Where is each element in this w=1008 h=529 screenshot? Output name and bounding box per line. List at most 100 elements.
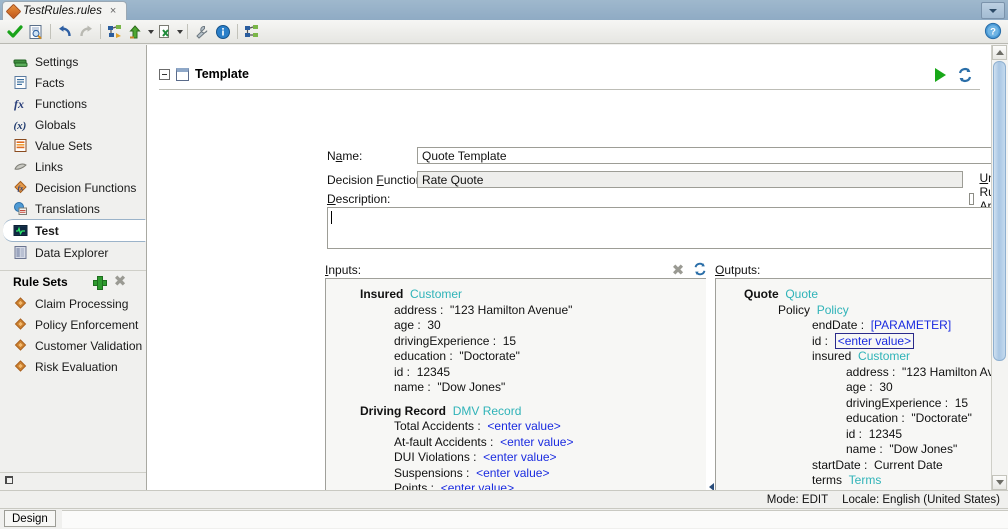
- tree-row[interactable]: name : "Dow Jones": [744, 442, 992, 458]
- tree-row[interactable]: age : 30: [744, 380, 992, 396]
- chevron-down-icon[interactable]: [981, 2, 1005, 19]
- decision-function-field[interactable]: Rate Quote: [417, 171, 963, 188]
- scrollbar-thumb[interactable]: [993, 61, 1006, 361]
- sidebar-item-settings[interactable]: Settings: [0, 51, 146, 72]
- tree-node-label: 12345: [868, 426, 903, 441]
- inputs-tree-panel[interactable]: Insured Customer address : "123 Hamilton …: [325, 278, 707, 490]
- close-icon[interactable]: ×: [110, 5, 116, 17]
- tree-row[interactable]: Insured Customer: [360, 287, 706, 303]
- scroll-down-icon[interactable]: [992, 475, 1007, 490]
- sidebar-item-test[interactable]: Test: [3, 219, 146, 242]
- plus-icon[interactable]: [92, 275, 107, 290]
- tree-node-value[interactable]: <enter value>: [834, 332, 915, 349]
- promote-button[interactable]: [126, 22, 146, 42]
- outputs-tree-panel[interactable]: Quote Quote Policy Policy endDate : [PARAM…: [715, 278, 992, 490]
- tree-node-label: id :: [812, 333, 829, 348]
- tree-row[interactable]: drivingExperience : 15: [744, 396, 992, 412]
- tree-node-value[interactable]: <enter value>: [483, 450, 556, 464]
- tree-row[interactable]: name : "Dow Jones": [360, 380, 706, 396]
- sidebar-item-links[interactable]: Links: [0, 156, 146, 177]
- ruleset-item-policy-enforcement[interactable]: Policy Enforcement: [0, 314, 146, 335]
- tab-design[interactable]: Design: [4, 510, 56, 527]
- tree-row[interactable]: DUI Violations : <enter value>: [360, 450, 706, 466]
- editor-vertical-scrollbar[interactable]: [991, 45, 1008, 490]
- x-icon[interactable]: ✖: [671, 263, 685, 278]
- translations-icon: [13, 201, 28, 216]
- description-textarea[interactable]: [327, 207, 992, 249]
- text-caret: [331, 211, 332, 224]
- resize-handle-icon[interactable]: [5, 476, 13, 484]
- preferences-button[interactable]: [192, 22, 212, 42]
- status-mode: Mode: EDIT: [766, 493, 829, 506]
- undo-button[interactable]: [55, 22, 75, 42]
- tree-row[interactable]: drivingExperience : 15: [360, 334, 706, 350]
- tree-node-label: 30: [879, 380, 893, 394]
- tree-row[interactable]: Driving Record DMV Record: [360, 404, 706, 420]
- tree-node-value[interactable]: <enter value>: [487, 419, 560, 433]
- outputs-tree: Quote Quote Policy Policy endDate : [PARAM…: [716, 279, 992, 490]
- sidebar-item-label: Decision Functions: [35, 180, 137, 195]
- tree-node-label: age :: [846, 380, 873, 394]
- ruleset-item-risk-evaluation[interactable]: Risk Evaluation: [0, 356, 146, 377]
- x-icon[interactable]: ✖: [112, 274, 128, 289]
- sidebar-item-facts[interactable]: Facts: [0, 72, 146, 93]
- tree-row[interactable]: At-fault Accidents : <enter value>: [360, 435, 706, 451]
- tree-node-value[interactable]: <enter value>: [441, 481, 514, 490]
- outputs-label: Outputs:: [715, 263, 761, 277]
- tree-row[interactable]: Suspensions : <enter value>: [360, 466, 706, 482]
- checkbox-box[interactable]: [969, 193, 975, 205]
- search-document-button[interactable]: [26, 22, 46, 42]
- promote-dropdown-caret[interactable]: [148, 29, 154, 34]
- tree-node-label: "Dow Jones": [437, 380, 506, 394]
- tree-node-value[interactable]: <enter value>: [500, 435, 573, 449]
- sidebar-item-globals[interactable]: (x) Globals: [0, 114, 146, 135]
- export-dropdown-caret[interactable]: [177, 29, 183, 34]
- tree-row[interactable]: Points : <enter value>: [360, 481, 706, 490]
- data-explorer-icon: [13, 245, 28, 260]
- help-circle-icon[interactable]: ?: [984, 22, 1002, 40]
- export-button[interactable]: [155, 22, 175, 42]
- tree-row[interactable]: terms Terms: [744, 473, 992, 489]
- tree-row[interactable]: Policy Policy: [744, 303, 992, 319]
- collapse-minus-icon[interactable]: [159, 68, 170, 80]
- tree-row[interactable]: Total Accidents : <enter value>: [360, 419, 706, 435]
- sidebar-item-data-explorer[interactable]: Data Explorer: [0, 242, 146, 263]
- redo-button[interactable]: [76, 22, 96, 42]
- sidebar-item-translations[interactable]: Translations: [0, 198, 146, 219]
- tree-row[interactable]: endDate : [PARAMETER]: [744, 318, 992, 334]
- validate-button[interactable]: [5, 22, 25, 42]
- ruleset-item-claim-processing[interactable]: Claim Processing: [0, 293, 146, 314]
- facts-list-icon: [13, 75, 28, 90]
- document-tab-testrules[interactable]: TestRules.rules ×: [2, 1, 127, 20]
- tree-row[interactable]: address : "123 Hamilton Avenue": [744, 365, 992, 381]
- tree-row[interactable]: id : 12345: [360, 365, 706, 381]
- tree-row[interactable]: startDate : Current Date: [744, 458, 992, 474]
- tree-node-label: drivingExperience :: [846, 395, 949, 410]
- collapse-left-icon[interactable]: [709, 483, 714, 490]
- tree-node-type: DMV Record: [452, 403, 522, 418]
- run-play-icon[interactable]: [932, 67, 948, 83]
- tree-row[interactable]: Quote Quote: [744, 287, 992, 303]
- tree-row[interactable]: id : <enter value>: [744, 332, 992, 350]
- sync-refresh-icon[interactable]: [956, 66, 974, 84]
- tree-row[interactable]: age : 30: [360, 318, 706, 334]
- tree-row[interactable]: address : "123 Hamilton Avenue": [360, 303, 706, 319]
- tree-row[interactable]: education : "Doctorate": [744, 411, 992, 427]
- ruleset-item-customer-validation[interactable]: Customer Validation: [0, 335, 146, 356]
- sidebar-item-functions[interactable]: fx Functions: [0, 93, 146, 114]
- refresh-tree-button[interactable]: [105, 22, 125, 42]
- tree-node-value[interactable]: [PARAMETER]: [871, 318, 951, 332]
- deploy-button[interactable]: [242, 22, 262, 42]
- info-button[interactable]: [213, 22, 233, 42]
- tree-row[interactable]: insured Customer: [744, 349, 992, 365]
- tree-node-value[interactable]: <enter value>: [476, 466, 549, 480]
- sidebar-item-label: Functions: [35, 96, 88, 111]
- sidebar-item-decision-functions[interactable]: fx Decision Functions: [0, 177, 146, 198]
- scroll-up-icon[interactable]: [992, 45, 1007, 60]
- tree-row[interactable]: id : 12345: [744, 427, 992, 443]
- sidebar-item-value-sets[interactable]: Value Sets: [0, 135, 146, 156]
- test-icon: [13, 223, 28, 238]
- tree-row[interactable]: education : "Doctorate": [360, 349, 706, 365]
- name-input[interactable]: Quote Template: [417, 147, 992, 164]
- tree-node-label: id :: [394, 364, 411, 379]
